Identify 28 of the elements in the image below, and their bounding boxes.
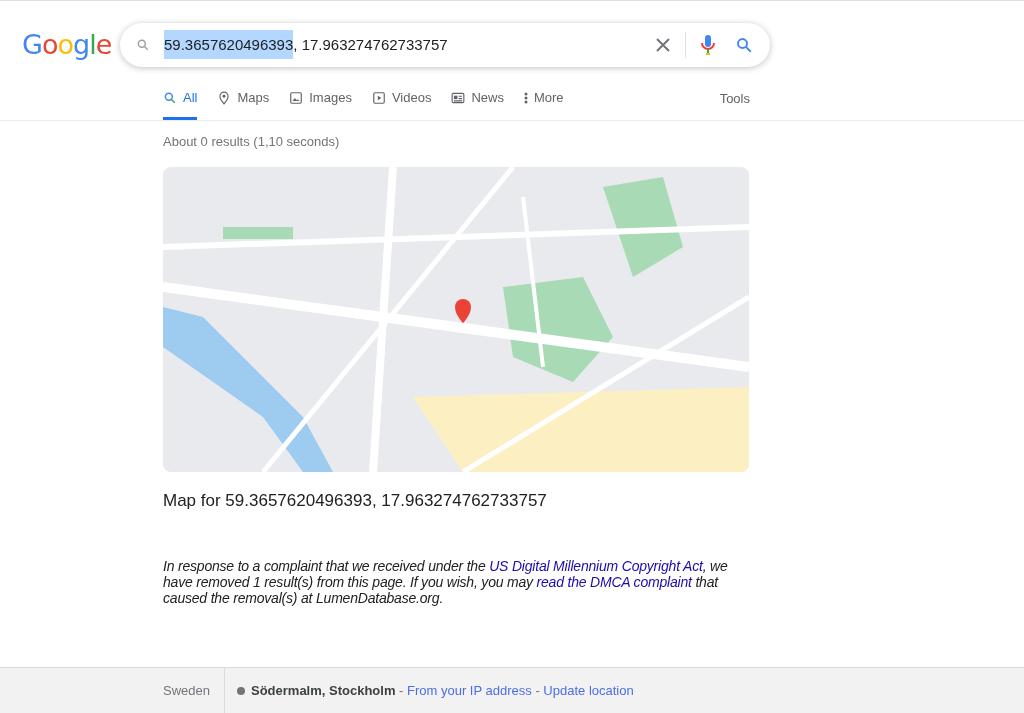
microphone-icon[interactable] (698, 33, 718, 57)
footer-link[interactable]: From your IP address (407, 682, 532, 698)
pin-icon (217, 90, 232, 105)
search-icon (163, 90, 177, 105)
tab[interactable]: News (451, 88, 504, 120)
tools-button[interactable]: Tools (719, 88, 750, 120)
tab[interactable]: Maps (217, 88, 270, 120)
tab[interactable]: Videos (371, 88, 432, 120)
notice-link[interactable]: read the DMCA complaint (536, 574, 692, 590)
dmca-notice: In response to a complaint that we received under the US Digital Millennium Copyright Act, we have removed 1 result(s) from this page. If you wish, you may read the DMCA complaint that caused the removal(s) at LumenDatabase.org. (163, 558, 729, 606)
country-label: Sweden (163, 681, 211, 700)
tab[interactable]: More (523, 88, 564, 120)
dots-icon (523, 90, 528, 105)
location-text: Södermalm, Stockholm - From your IP address - Update location (251, 681, 634, 700)
tab[interactable]: Images (289, 88, 352, 120)
newspaper-icon (451, 90, 466, 105)
tab[interactable]: All (163, 88, 198, 120)
notice-link[interactable]: US Digital Millennium Copyright Act (489, 558, 703, 574)
search-field[interactable]: 59.3657620496393, 17.963274762733757 (120, 23, 770, 67)
query-text: , 17.963274762733757 (293, 35, 448, 53)
map-caption[interactable]: Map for 59.3657620496393, 17.963274762733757 (163, 487, 750, 513)
logo[interactable]: Google (22, 24, 120, 66)
search-icon[interactable] (734, 35, 754, 55)
result-stats: About 0 results (1,10 seconds) (163, 133, 341, 151)
play-icon (371, 90, 386, 105)
image-icon (289, 90, 304, 105)
footer-link[interactable]: Update location (543, 682, 634, 698)
search-icon (136, 38, 150, 52)
